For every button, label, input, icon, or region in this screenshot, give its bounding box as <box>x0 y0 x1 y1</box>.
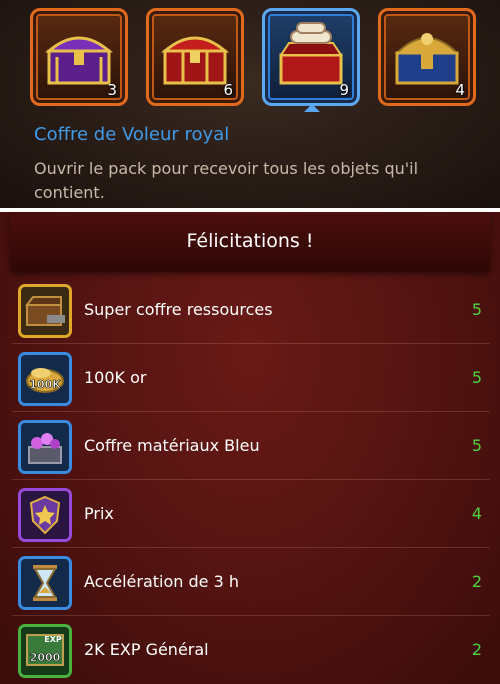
chest-count: 9 <box>339 81 349 99</box>
row-divider <box>12 547 490 548</box>
rewards-dialog: Félicitations ! Super coffre ressources … <box>0 212 500 684</box>
chest-count: 3 <box>107 81 117 99</box>
reward-quantity: 4 <box>471 504 482 523</box>
reward-row: Accélération de 3 h 2 <box>12 550 490 616</box>
dialog-header: Félicitations ! <box>10 214 490 272</box>
reward-row: 100K 100K or 5 <box>12 346 490 412</box>
reward-label: Prix <box>84 504 114 523</box>
chest-slot-gold-blue[interactable]: 4 <box>378 8 476 106</box>
chest-slot-red[interactable]: 6 <box>146 8 244 106</box>
dialog-title: Félicitations ! <box>186 230 314 252</box>
chest-slot-purple[interactable]: 3 <box>30 8 128 106</box>
reward-quantity: 5 <box>471 436 482 455</box>
reward-label: 100K or <box>84 368 147 387</box>
chest-count: 4 <box>455 81 465 99</box>
chest-count: 6 <box>223 81 233 99</box>
reward-quantity: 2 <box>471 572 482 591</box>
exp-book-icon: EXP 2000 <box>18 624 72 678</box>
reward-quantity: 2 <box>471 640 482 659</box>
row-divider <box>12 479 490 480</box>
resource-chest-icon <box>18 284 72 338</box>
exp-badge-top: EXP <box>44 635 62 644</box>
reward-label: Super coffre ressources <box>84 300 273 319</box>
reward-row: Coffre matériaux Bleu 5 <box>12 414 490 480</box>
reward-label: 2K EXP Général <box>84 640 209 659</box>
exp-badge: 2000 <box>30 651 61 664</box>
reward-quantity: 5 <box>471 300 482 319</box>
red-chest-icon <box>160 36 230 85</box>
purple-chest-icon <box>44 36 114 85</box>
reward-row: EXP 2000 2K EXP Général 2 <box>12 618 490 684</box>
reward-row: Prix 4 <box>12 482 490 548</box>
reward-row: Super coffre ressources 5 <box>12 278 490 344</box>
reward-label: Coffre matériaux Bleu <box>84 436 260 455</box>
reward-label: Accélération de 3 h <box>84 572 239 591</box>
gold-blue-chest-icon <box>394 33 460 85</box>
medal-shield-icon <box>18 488 72 542</box>
row-divider <box>12 343 490 344</box>
hourglass-icon <box>18 556 72 610</box>
selected-chest-title: Coffre de Voleur royal <box>34 124 230 145</box>
coins-badge: 100K <box>29 378 61 391</box>
selected-chest-description: Ouvrir le pack pour recevoir tous les ob… <box>34 159 419 202</box>
chest-slot-scroll[interactable]: 9 <box>262 8 360 106</box>
gold-coins-icon: 100K <box>18 352 72 406</box>
reward-quantity: 5 <box>471 368 482 387</box>
selection-pointer <box>304 104 320 112</box>
scroll-chest-icon <box>279 22 343 85</box>
row-divider <box>12 411 490 412</box>
materials-chest-icon <box>18 420 72 474</box>
row-divider <box>12 615 490 616</box>
chest-selection-panel: 3 6 9 4 Coffre de Voleur royal Ouvrir le… <box>0 0 500 208</box>
